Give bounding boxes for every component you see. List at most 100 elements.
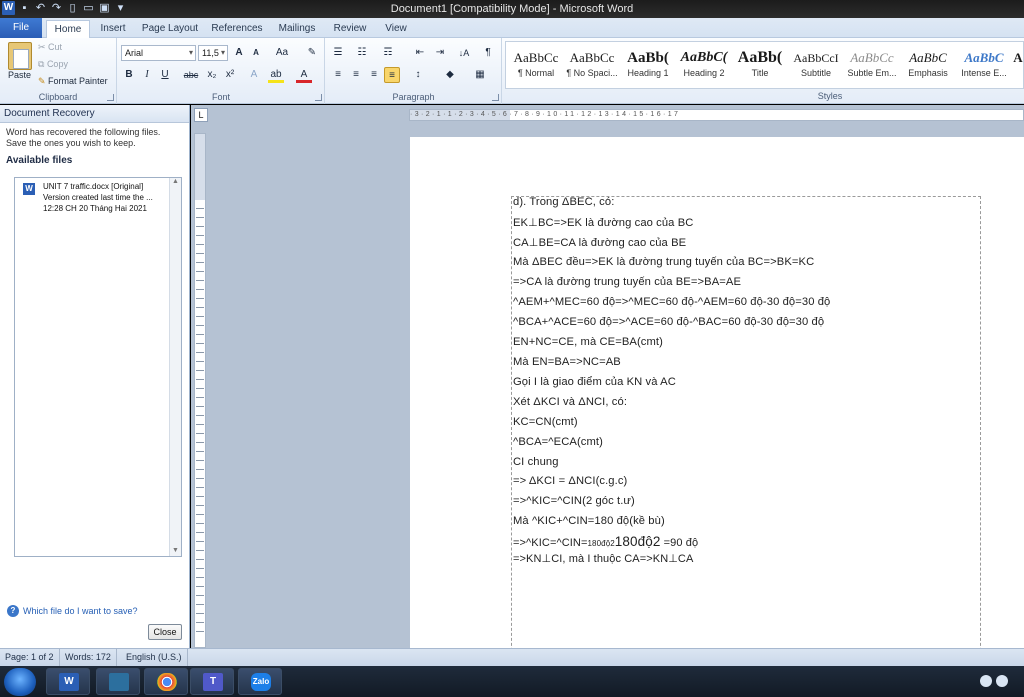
italic-button[interactable]: I [139, 67, 155, 83]
sort-button[interactable]: ↓A [456, 45, 472, 61]
style-subtle-emphasis[interactable]: AaBbCc Subtle Em... [844, 42, 900, 88]
zalo-taskbar-icon[interactable]: Zalo [238, 668, 282, 695]
scroll-up-icon[interactable]: ▲ [170, 178, 181, 185]
format-painter-button[interactable]: ✎ Format Painter [38, 76, 108, 87]
doc-line[interactable]: Mà ^KIC+^CIN=180 độ(kề bù) [513, 515, 665, 527]
clipboard-launcher-icon[interactable] [107, 94, 114, 101]
tray-chat-icon[interactable] [980, 675, 992, 687]
style-preview: AaBbC [964, 50, 1004, 65]
underline-button[interactable]: U [157, 67, 173, 83]
doc-line[interactable]: ^BCA=^ECA(cmt) [513, 436, 603, 448]
chrome-taskbar-icon[interactable] [144, 668, 188, 695]
align-center-icon[interactable]: ≡ [348, 67, 364, 83]
doc-line[interactable]: EK⊥BC=>EK là đường cao của BC [513, 216, 693, 229]
style-intense-emphasis[interactable]: AaBbC Intense E... [956, 42, 1012, 88]
cut-icon: ✂ [38, 42, 49, 52]
decrease-indent-icon[interactable]: ⇤ [412, 45, 428, 61]
doc-line[interactable]: ^AEM+^MEC=60 độ=>^MEC=60 độ-^AEM=60 độ-3… [513, 296, 830, 308]
align-left-icon[interactable]: ≡ [330, 67, 346, 83]
doc-line[interactable]: =>KN⊥CI, mà I thuộc CA=>KN⊥CA [513, 552, 693, 565]
doc-line-equation[interactable]: =>^KIC=^CIN=180độ2180độ2 =90 độ [513, 534, 698, 549]
doc-line[interactable]: d). Trong ΔBEC, có: [513, 196, 614, 208]
vertical-ruler[interactable] [194, 133, 206, 648]
word-count-status[interactable]: Words: 172 [60, 649, 117, 666]
tab-selector-icon[interactable]: L [194, 108, 208, 122]
style-more[interactable]: A [1012, 42, 1024, 88]
word-taskbar-icon[interactable]: W [46, 668, 90, 695]
doc-line[interactable]: =>^KIC=^CIN(2 góc t.ư) [513, 495, 635, 507]
highlight-button[interactable]: ab [268, 67, 284, 83]
align-right-icon[interactable]: ≡ [366, 67, 382, 83]
doc-line[interactable]: Mà EN=BA=>NC=AB [513, 356, 621, 368]
tab-file[interactable]: File [0, 18, 42, 38]
style-subtitle[interactable]: AaBbCcI Subtitle [788, 42, 844, 88]
teams-taskbar-icon[interactable]: T [190, 668, 234, 695]
font-launcher-icon[interactable] [315, 94, 322, 101]
tab-view[interactable]: View [378, 20, 414, 38]
doc-line[interactable]: CI chung [513, 456, 559, 468]
doc-line[interactable]: => ΔKCI = ΔNCI(c.g.c) [513, 475, 627, 487]
subscript-button[interactable]: x₂ [204, 67, 220, 83]
shading-icon[interactable]: ◆ [442, 67, 458, 83]
page-count-status[interactable]: Page: 1 of 2 [0, 649, 60, 666]
bullets-icon[interactable]: ☰ [330, 45, 346, 61]
cut-button[interactable]: ✂ Cut [38, 42, 62, 53]
doc-line[interactable]: Xét ΔKCI và ΔNCI, có: [513, 396, 627, 408]
copy-button[interactable]: ⧉ Copy [38, 59, 68, 70]
start-button[interactable] [4, 668, 36, 696]
style-heading-1[interactable]: AaBb( Heading 1 [620, 42, 676, 88]
tab-insert[interactable]: Insert [94, 20, 132, 38]
close-button[interactable]: Close [148, 624, 182, 640]
tab-mailings[interactable]: Mailings [272, 20, 322, 38]
brush-icon: ✎ [38, 76, 49, 86]
paste-icon[interactable] [8, 42, 32, 70]
style-emphasis[interactable]: AaBbC Emphasis [900, 42, 956, 88]
equation-frac-small: 180độ2 [587, 539, 615, 548]
show-marks-button[interactable]: ¶ [480, 45, 496, 61]
grow-font-button[interactable]: A [231, 45, 247, 61]
strikethrough-button[interactable]: abc [181, 67, 201, 83]
recovered-file-list: W UNIT 7 traffic.docx [Original] Version… [14, 177, 182, 557]
font-color-button[interactable]: A [296, 67, 312, 83]
style-heading-2[interactable]: AaBbC( Heading 2 [676, 42, 732, 88]
doc-line[interactable]: =>CA là đường trung tuyến của BE=>BA=AE [513, 276, 741, 288]
scroll-down-icon[interactable]: ▼ [170, 547, 181, 554]
language-status[interactable]: English (U.S.) [121, 649, 188, 666]
change-case-button[interactable]: Aa [271, 45, 293, 61]
superscript-button[interactable]: x² [222, 67, 238, 83]
style-normal[interactable]: AaBbCc ¶ Normal [508, 42, 564, 88]
doc-line[interactable]: CA⊥BE=CA là đường cao của BE [513, 236, 686, 249]
doc-line[interactable]: Mà ΔBEC đều=>EK là đường trung tuyến của… [513, 256, 814, 268]
style-no-spacing[interactable]: AaBbCc ¶ No Spaci... [564, 42, 620, 88]
doc-line[interactable]: EN+NC=CE, mà CE=BA(cmt) [513, 336, 663, 348]
paste-button[interactable]: Paste [8, 70, 31, 80]
equation-frac-large: 180độ2 [614, 534, 661, 549]
line-spacing-icon[interactable]: ↕ [410, 67, 426, 83]
tab-page-layout[interactable]: Page Layout [138, 20, 202, 38]
tray-network-icon[interactable] [996, 675, 1008, 687]
doc-line[interactable]: Gọi I là giao điểm của KN và AC [513, 376, 676, 388]
document-page[interactable]: d). Trong ΔBEC, có: EK⊥BC=>EK là đường c… [410, 137, 1024, 648]
bold-button[interactable]: B [121, 67, 137, 83]
multilevel-list-icon[interactable]: ☶ [380, 45, 396, 61]
file-list-scrollbar[interactable]: ▲ ▼ [169, 178, 181, 556]
tab-home[interactable]: Home [46, 20, 90, 38]
photo-app-taskbar-icon[interactable] [96, 668, 140, 695]
numbering-icon[interactable]: ☷ [354, 45, 370, 61]
shrink-font-button[interactable]: A [248, 45, 264, 61]
doc-line[interactable]: KC=CN(cmt) [513, 416, 578, 428]
recovery-help-link[interactable]: ? Which file do I want to save? [7, 605, 138, 617]
increase-indent-icon[interactable]: ⇥ [432, 45, 448, 61]
clear-formatting-button[interactable]: ✎ [304, 45, 320, 61]
horizontal-ruler[interactable]: ·3·2·1·1·2·3·4·5·6·7·8·9·10·11·12·13·14·… [409, 109, 1024, 121]
doc-line[interactable]: ^BCA+^ACE=60 độ=>^ACE=60 độ-^BAC=60 độ-3… [513, 316, 824, 328]
font-size-select[interactable]: 11,5 [198, 45, 228, 61]
style-title[interactable]: AaBb( Title [732, 42, 788, 88]
tab-references[interactable]: References [208, 20, 266, 38]
borders-icon[interactable]: ▦ [472, 67, 488, 83]
text-effects-button[interactable]: A [246, 67, 262, 83]
font-family-select[interactable]: Arial [121, 45, 196, 61]
justify-icon[interactable]: ≡ [384, 67, 400, 83]
paragraph-launcher-icon[interactable] [492, 94, 499, 101]
tab-review[interactable]: Review [328, 20, 372, 38]
